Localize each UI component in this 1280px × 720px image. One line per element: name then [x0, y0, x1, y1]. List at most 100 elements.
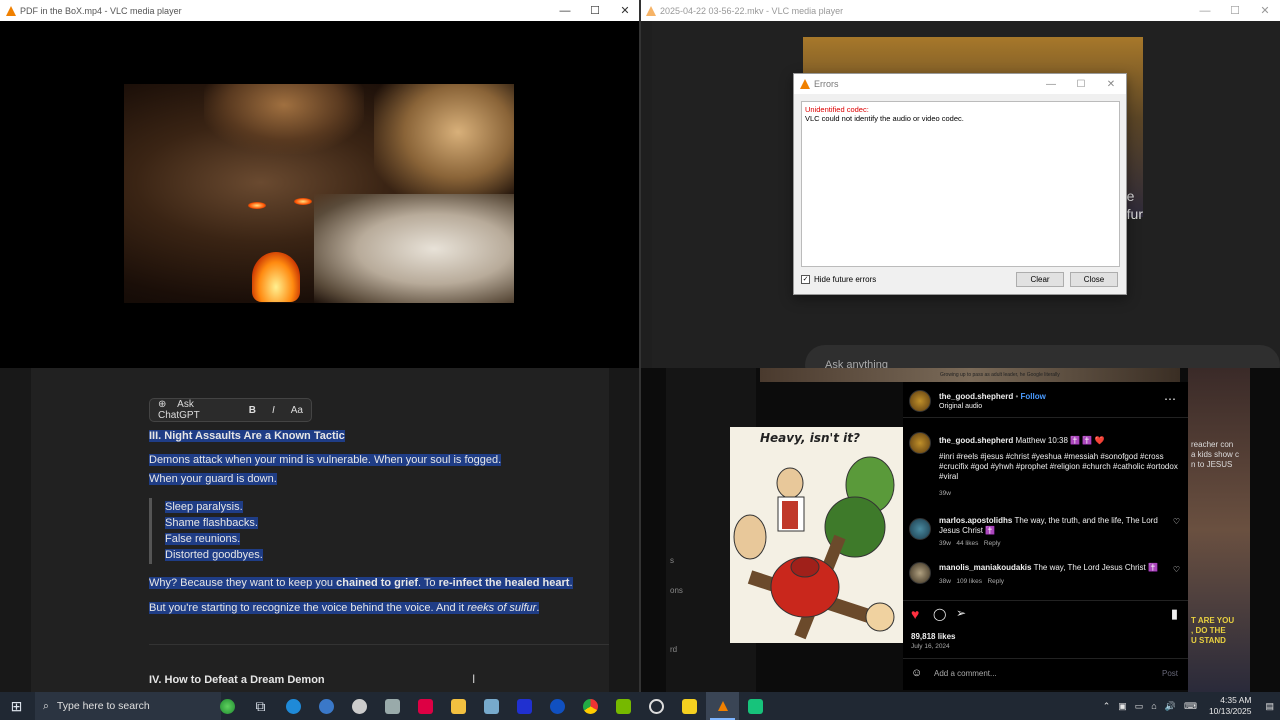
notifications-icon[interactable]: ▤	[1259, 701, 1280, 712]
vlc-window-1: PDF in the BoX.mp4 - VLC media player — …	[0, 0, 640, 368]
side-text: reacher con a kids show c n to JESUS	[1191, 440, 1240, 469]
time: 4:35 AM	[1220, 695, 1252, 705]
edge-icon[interactable]	[277, 692, 310, 720]
avatar[interactable]	[909, 390, 931, 412]
bookmark-icon[interactable]: ▮	[1171, 606, 1178, 622]
vlc-taskbar-icon[interactable]	[706, 692, 739, 720]
reply-button[interactable]: Reply	[984, 540, 1001, 547]
maximize-button[interactable]: ☐	[580, 0, 610, 21]
network-icon[interactable]: ⌂	[1147, 701, 1160, 711]
reply-button[interactable]: Reply	[987, 578, 1004, 585]
emoji-icon[interactable]: ☺	[911, 667, 922, 679]
heart-icon[interactable]: ♡	[1173, 517, 1180, 526]
close-button[interactable]: ✕	[1096, 74, 1126, 94]
username[interactable]: the_good.shepherd	[939, 436, 1013, 445]
error-message: VLC could not identify the audio or vide…	[805, 114, 964, 123]
maximize-button[interactable]: ☐	[1066, 74, 1096, 94]
p2-bold: chained to grief	[336, 577, 419, 589]
chrome-icon[interactable]	[574, 692, 607, 720]
video-frame[interactable]	[124, 84, 514, 303]
hide-future-errors[interactable]: ✓ Hide future errors	[801, 275, 876, 284]
share-icon[interactable]: ➢	[956, 606, 966, 620]
error-log[interactable]: Unidentified codec: VLC could not identi…	[801, 101, 1120, 267]
bold-button[interactable]: B	[241, 405, 264, 416]
heart-icon[interactable]: ♡	[1173, 565, 1180, 574]
close-dialog-button[interactable]: Close	[1070, 272, 1118, 287]
chevron-up-icon[interactable]: ⌃	[1099, 701, 1115, 712]
tray-icon[interactable]: ▭	[1131, 701, 1148, 712]
app-icon[interactable]	[640, 692, 673, 720]
post-image[interactable]: Heavy, isn't it? 🔇	[730, 427, 903, 643]
comment-user[interactable]: manolis_maniakoudakis	[939, 563, 1031, 572]
app-icon[interactable]	[376, 692, 409, 720]
window-title: 2025-04-22 03-56-22.mkv - VLC media play…	[660, 5, 844, 16]
task-view-icon[interactable]: ⧉	[244, 692, 277, 720]
title-bar[interactable]: 2025-04-22 03-56-22.mkv - VLC media play…	[640, 0, 1280, 21]
likes-count[interactable]: 89,818 likes	[911, 632, 955, 641]
audio-label[interactable]: Original audio	[939, 403, 982, 410]
checkbox[interactable]: ✓	[801, 275, 810, 284]
minimize-button[interactable]: —	[1190, 0, 1220, 21]
app-icon[interactable]	[739, 692, 772, 720]
input-icon[interactable]: ⌨	[1180, 701, 1201, 712]
follow-button[interactable]: Follow	[1021, 392, 1046, 401]
tray-icon[interactable]: ▣	[1114, 701, 1131, 712]
dialog-title: Errors	[814, 79, 839, 89]
cortana-icon[interactable]	[211, 692, 244, 720]
side-text: T ARE YOU , DO THE U STAND	[1191, 616, 1235, 645]
p3-text: But you're starting to recognize the voi…	[149, 602, 468, 614]
comment-age: 38w	[939, 578, 951, 585]
comment-icon[interactable]: ◯	[933, 607, 946, 621]
volume-icon[interactable]: 🔊	[1161, 701, 1180, 712]
store-icon[interactable]	[409, 692, 442, 720]
clock[interactable]: 4:35 AM 10/13/2025	[1201, 695, 1260, 717]
close-button[interactable]: ✕	[610, 0, 640, 21]
hashtags[interactable]: #inri #reels #jesus #christ #yeshua #mes…	[939, 452, 1179, 482]
clear-button[interactable]: Clear	[1016, 272, 1064, 287]
caption-age: 39w	[939, 490, 951, 497]
heading-4: IV. How to Defeat a Dream Demon	[149, 674, 325, 686]
app-icon[interactable]	[508, 692, 541, 720]
system-tray: ⌃ ▣ ▭ ⌂ 🔊 ⌨ 4:35 AM 10/13/2025 ▤	[1099, 692, 1280, 720]
list-item: Distorted goodbyes.	[165, 549, 263, 561]
maximize-button[interactable]: ☐	[1220, 0, 1250, 21]
italic-button[interactable]: I	[264, 405, 283, 416]
side-text: ons	[670, 586, 683, 595]
paragraph-1a: Demons attack when your mind is vulnerab…	[149, 454, 502, 466]
more-options-icon[interactable]: ⋯	[1164, 392, 1176, 406]
post-header: the_good.shepherd • Follow	[939, 392, 1046, 401]
minimize-button[interactable]: —	[1036, 74, 1066, 94]
side-text: rd	[670, 645, 678, 654]
app-icon[interactable]	[343, 692, 376, 720]
avatar[interactable]	[909, 562, 931, 584]
close-button[interactable]: ✕	[1250, 0, 1280, 21]
comment-user[interactable]: marlos.apostolidhs	[939, 516, 1012, 525]
blockquote-bar	[149, 498, 152, 564]
taskbar-search[interactable]: ⌕ Type here to search	[35, 692, 221, 720]
title-bar[interactable]: PDF in the BoX.mp4 - VLC media player	[0, 0, 640, 21]
comic-drawing	[733, 456, 895, 640]
app-icon[interactable]	[541, 692, 574, 720]
flame	[252, 252, 300, 302]
robe-area	[314, 194, 514, 303]
comment-likes[interactable]: 109 likes	[956, 578, 982, 585]
avatar[interactable]	[909, 518, 931, 540]
p2-bold: re-infect the healed heart	[438, 577, 570, 589]
file-explorer-icon[interactable]	[442, 692, 475, 720]
post-button[interactable]: Post	[1162, 669, 1178, 678]
avatar[interactable]	[909, 432, 931, 454]
start-button[interactable]: ⊞	[0, 692, 33, 720]
like-icon[interactable]: ♥	[911, 606, 919, 622]
sticky-notes-icon[interactable]	[673, 692, 706, 720]
minimize-button[interactable]: —	[550, 0, 580, 21]
ask-chatgpt-button[interactable]: ⊕ Ask ChatGPT	[150, 399, 241, 421]
font-button[interactable]: Aa	[283, 405, 311, 416]
divider	[903, 417, 1188, 418]
list-text: Distorted goodbyes.	[165, 549, 263, 561]
app-icon[interactable]	[310, 692, 343, 720]
username[interactable]: the_good.shepherd	[939, 392, 1013, 401]
nvidia-icon[interactable]	[607, 692, 640, 720]
comment-input[interactable]: Add a comment...	[934, 669, 997, 678]
app-icon[interactable]	[475, 692, 508, 720]
comment-likes[interactable]: 44 likes	[956, 540, 978, 547]
